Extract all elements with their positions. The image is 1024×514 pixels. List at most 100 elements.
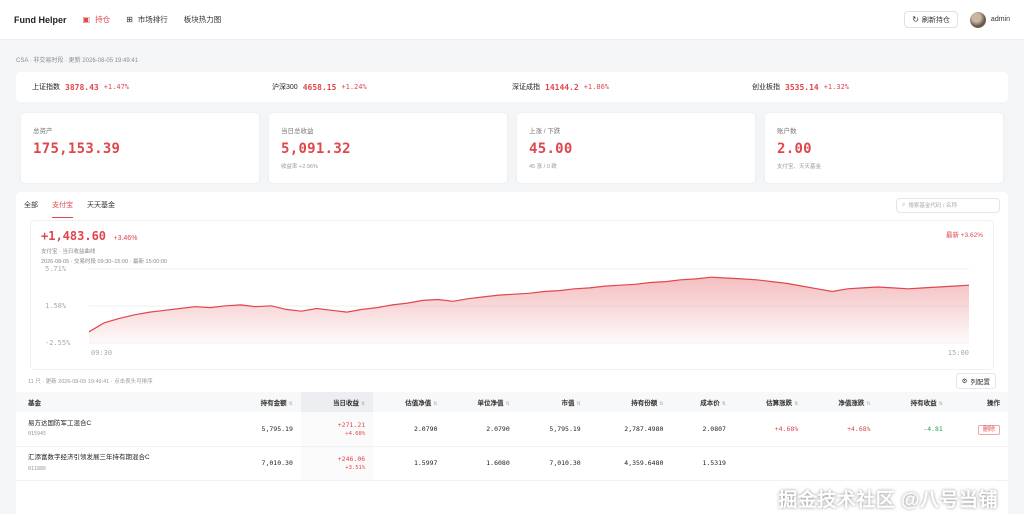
x-tick-label: 15:00	[948, 349, 969, 357]
nav-holdings[interactable]: ▣ 持仓	[83, 0, 111, 40]
grid-icon: ⊞	[126, 15, 133, 24]
index-item: 创业板指 3535.14 +1.32%	[752, 82, 992, 92]
chart-meta: 2026-08-05 · 交易时段 09:30–15:00 · 最新 15:00…	[41, 259, 167, 265]
sort-icon: ⇅	[360, 401, 366, 407]
fund-code: 015945	[28, 431, 47, 438]
daily-gain-cell: +271.21 +4.68%	[300, 412, 374, 447]
y-tick-label: -2.55%	[45, 339, 71, 347]
header-hold-gain-label: 持有收益	[910, 400, 937, 407]
daily-gain-value: +246.06	[337, 455, 366, 463]
nav-change-cell: +4.68%	[806, 412, 879, 447]
est-change-cell: +4.68%	[733, 412, 807, 447]
nav-holdings-label: 持仓	[95, 15, 111, 24]
header-est-nav-label: 估值净值	[405, 400, 432, 407]
username[interactable]: admin	[991, 16, 1010, 23]
chart-area-fill	[89, 277, 969, 343]
header-cost[interactable]: 成本价 ⇅	[671, 392, 734, 412]
shares-cell: 4,359.6480	[588, 446, 672, 481]
market-index-bar: 上证指数 3878.43 +1.47% 沪深300 4658.15 +1.24%…	[16, 72, 1008, 102]
delete-button[interactable]: 删除	[977, 425, 1000, 436]
index-item: 上证指数 3878.43 +1.47%	[32, 82, 272, 92]
tab-tiantian[interactable]: 天天基金	[87, 192, 115, 218]
card-daily-gain: 当日总收益 5,091.32 收益率 +2.96%	[268, 112, 508, 184]
daily-gain-cell: +246.06 +3.51%	[300, 446, 374, 481]
header-est-change-label: 估算涨跌	[766, 400, 793, 407]
index-item: 沪深300 4658.15 +1.24%	[272, 82, 512, 92]
chart-header: +1,483.60 +3.46% 支付宝 · 当日收益曲线 2026-08-05…	[41, 227, 167, 265]
tab-all[interactable]: 全部	[24, 192, 38, 218]
fund-cell: 汇添富数字经济引领发展三年持有期混合C 011886	[16, 446, 229, 481]
holdings-table: 基金 持有金额 ⇅ 当日收益 ⇅ 估值净值 ⇅ 单位净值 ⇅ 市值 ⇅ 持有份额 ⇅ 成本价…	[16, 392, 1008, 481]
watermark: 掘金技术社区 @八号当铺	[778, 490, 998, 511]
refresh-holdings-button[interactable]: ↻ 刷新持仓	[904, 11, 958, 28]
y-tick-label: 5.71%	[45, 265, 67, 273]
nav-market-ranking[interactable]: ⊞ 市场排行	[126, 0, 168, 40]
header-shares[interactable]: 持有份额 ⇅	[588, 392, 672, 412]
app-brand[interactable]: Fund Helper	[14, 15, 67, 25]
refresh-icon: ↻	[912, 15, 919, 24]
y-tick-label: 1.58%	[45, 302, 67, 310]
search-placeholder: 搜索基金代码 / 名称	[908, 203, 957, 209]
summary-cards: 总资产 175,153.39 当日总收益 5,091.32 收益率 +2.96%…	[20, 112, 1004, 184]
sort-icon: ⇅	[866, 401, 871, 407]
header-est-change[interactable]: 估算涨跌 ⇅	[733, 392, 807, 412]
top-nav-bar: Fund Helper ▣ 持仓 ⊞ 市场排行 板块热力图 ↻ 刷新持仓 adm…	[0, 0, 1024, 40]
est-change-cell	[733, 446, 807, 481]
table-row[interactable]: 易方达国防军工混合C 015945 5,795.19 +271.21 +4.68…	[16, 412, 1008, 447]
shares-cell: 2,787.4980	[588, 412, 672, 447]
header-daily-gain[interactable]: 当日收益 ⇅	[300, 392, 374, 412]
cost-cell: 2.0807	[671, 412, 734, 447]
index-name: 沪深300	[272, 84, 298, 91]
fund-name[interactable]: 易方达国防军工混合C	[28, 420, 221, 428]
x-tick-label: 09:30	[91, 349, 112, 357]
index-change: +1.47%	[103, 83, 130, 91]
header-est-nav[interactable]: 估值净值 ⇅	[373, 392, 446, 412]
card-account-count: 账户数 2.00 支付宝、天天基金	[764, 112, 1004, 184]
chart-gain-pct: +3.46%	[113, 235, 138, 242]
card-subtext: 收益率 +2.96%	[281, 164, 318, 170]
sort-icon: ⇅	[505, 401, 510, 407]
header-unit-nav-label: 单位净值	[477, 400, 504, 407]
sort-icon: ⇅	[288, 401, 293, 407]
card-up-down: 上涨 / 下跌 45.00 45 涨 / 0 跌	[516, 112, 756, 184]
refresh-label: 刷新持仓	[921, 16, 950, 24]
amount-cell: 5,795.19	[228, 412, 301, 447]
card-value: 45.00	[529, 141, 573, 157]
header-market-value[interactable]: 市值 ⇅	[517, 392, 589, 412]
header-hold-gain[interactable]: 持有收益 ⇅	[878, 392, 951, 412]
card-label: 上涨 / 下跌	[529, 128, 561, 135]
status-line: CSA · 非交易时段 · 更新 2026-08-05 19:49:41	[16, 58, 139, 64]
chart-gain: +1,483.60	[41, 229, 107, 243]
chart-subtitle: 支付宝 · 当日收益曲线	[41, 249, 96, 255]
header-daily-gain-label: 当日收益	[332, 400, 359, 407]
header-amount[interactable]: 持有金额 ⇅	[228, 392, 301, 412]
daily-gain-value: +271.21	[337, 420, 366, 429]
hold-gain-cell: -4.81	[878, 412, 951, 447]
tab-alipay[interactable]: 支付宝	[52, 192, 73, 218]
gain-curve-chart: 5.71% 1.58% -2.55% 09:30 15:00	[45, 265, 970, 357]
fund-search-input[interactable]: ⌕ 搜索基金代码 / 名称	[896, 197, 1000, 213]
header-market-value-label: 市值	[561, 400, 575, 407]
index-change: +1.32%	[823, 83, 850, 91]
nav-sector-heatmap[interactable]: 板块热力图	[184, 0, 222, 40]
index-item: 深证成指 14144.2 +1.86%	[512, 82, 752, 92]
header-fund[interactable]: 基金	[16, 392, 229, 412]
table-meta-text: 11 只 · 更新 2026-08-05 19:49:41 · 点击表头可排序	[28, 379, 153, 385]
index-name: 创业板指	[752, 84, 780, 91]
column-config-label: 列配置	[970, 379, 991, 386]
gear-icon: ⚙	[961, 378, 968, 385]
nav-change-cell	[806, 446, 879, 481]
card-value: 5,091.32	[281, 141, 351, 157]
header-cost-label: 成本价	[700, 400, 720, 407]
sort-icon: ⇅	[433, 401, 438, 407]
column-config-button[interactable]: ⚙ 列配置	[955, 373, 996, 389]
est-nav-cell: 2.0790	[373, 412, 446, 447]
header-nav-change-label: 净值涨跌	[838, 400, 865, 407]
table-row[interactable]: 汇添富数字经济引领发展三年持有期混合C 011886 7,010.30 +246…	[16, 446, 1008, 481]
header-nav-change[interactable]: 净值涨跌 ⇅	[806, 392, 879, 412]
header-unit-nav[interactable]: 单位净值 ⇅	[445, 392, 518, 412]
chart-icon: ▣	[82, 15, 91, 24]
action-cell	[950, 446, 1008, 481]
fund-name[interactable]: 汇添富数字经济引领发展三年持有期混合C	[28, 454, 221, 462]
avatar[interactable]	[969, 11, 986, 28]
